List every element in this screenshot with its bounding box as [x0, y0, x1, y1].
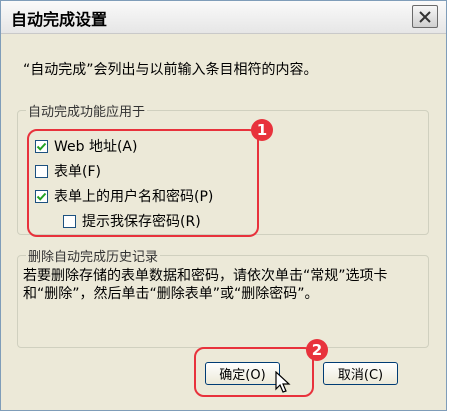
title-bar: 自动完成设置: [1, 1, 446, 34]
mouse-cursor-icon: [275, 371, 291, 393]
dialog-title: 自动完成设置: [11, 10, 108, 29]
close-icon: [419, 10, 431, 23]
highlight-box-1: [27, 129, 259, 237]
clear-history-legend: 删除自动完成历史记录: [28, 250, 159, 265]
clear-history-text: 若要删除存储的表单数据和密码，请依次单击“常规”选项卡和“删除”，然后单击“删除…: [23, 268, 388, 302]
autocomplete-settings-dialog: 自动完成设置 “自动完成”会列出与以前输入条目相符的内容。 自动完成功能应用于 …: [0, 0, 447, 411]
dialog-body: “自动完成”会列出与以前输入条目相符的内容。 自动完成功能应用于 Web 地址(…: [9, 41, 438, 400]
apply-group-legend: 自动完成功能应用于: [28, 105, 146, 120]
intro-text: “自动完成”会列出与以前输入条目相符的内容。: [23, 62, 318, 78]
cancel-button[interactable]: 取消(C): [323, 362, 398, 385]
annotation-marker-2: 2: [306, 339, 328, 361]
ok-button[interactable]: 确定(O): [205, 362, 280, 385]
annotation-marker-1: 1: [251, 119, 273, 141]
close-button[interactable]: [412, 5, 438, 28]
